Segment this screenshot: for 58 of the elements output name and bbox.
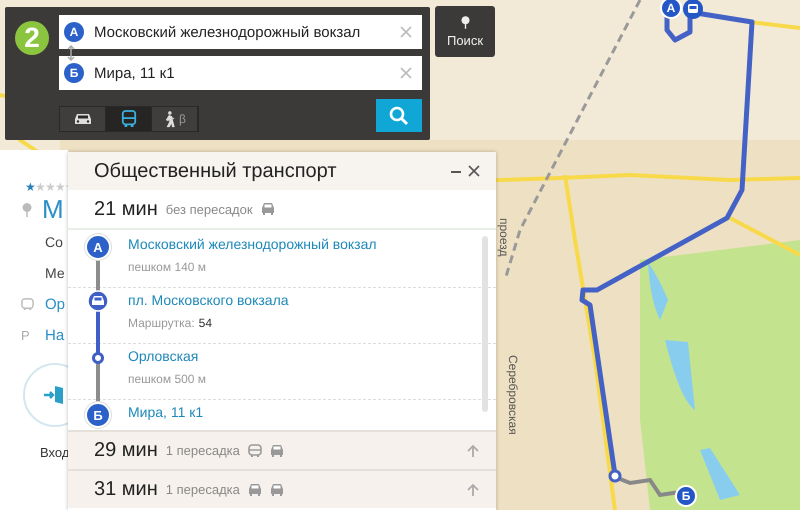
step-detail: Маршрутка: <box>128 316 195 330</box>
minibus-icon <box>270 482 284 496</box>
route-duration: 29 мин <box>94 439 158 462</box>
origin-value: Московский железнодорожный вокзал <box>94 24 362 40</box>
bus-icon <box>120 110 136 128</box>
stop-name-link[interactable]: Московский железнодорожный вокзал <box>128 236 377 252</box>
bus-icon <box>21 298 34 310</box>
car-icon <box>72 112 92 126</box>
stop-name-link[interactable]: Орловская <box>128 348 198 364</box>
destination-field[interactable]: Б Мира, 11 к1 <box>59 56 422 90</box>
minibus-icon <box>248 482 262 496</box>
stop-name-link[interactable]: Мира, 11 к1 <box>128 404 204 420</box>
route-point-marker: Б <box>85 402 111 428</box>
minibus-icon <box>270 444 284 458</box>
origin-field[interactable]: А Московский железнодорожный вокзал <box>59 15 422 49</box>
stop-name-link[interactable]: пл. Московского вокзала <box>128 292 289 308</box>
route-duration: 31 мин <box>94 478 158 501</box>
place-title: М <box>42 194 64 225</box>
origin-marker: А <box>64 22 84 42</box>
route-point-marker: А <box>85 234 111 260</box>
destination-value: Мира, 11 к1 <box>94 64 176 82</box>
minibus-icon <box>260 202 275 216</box>
street-label: Серебровская <box>506 355 520 435</box>
search-icon <box>389 106 409 126</box>
car-mode-tab[interactable] <box>60 107 106 131</box>
arrow-up-icon <box>466 482 480 496</box>
place-info-text: Ме <box>45 265 65 281</box>
search-tab-button[interactable]: Поиск <box>435 6 495 57</box>
bus-mode-tab[interactable] <box>106 107 152 131</box>
pin-icon <box>22 202 32 216</box>
swap-icon[interactable] <box>66 45 76 61</box>
destination-marker: Б <box>64 63 84 83</box>
scrollbar[interactable] <box>482 236 488 412</box>
logo-icon: 2 <box>15 21 49 55</box>
route-option[interactable]: 21 мин без пересадок <box>68 190 496 230</box>
parking-icon: P <box>21 328 34 342</box>
walking-person-icon <box>163 110 176 128</box>
walk-mode-tab[interactable]: β <box>152 107 198 131</box>
route-duration: 21 мин <box>94 198 158 220</box>
place-info-text: Со <box>45 234 63 250</box>
route-option[interactable]: 31 мин 1 пересадка <box>68 469 496 508</box>
close-icon[interactable] <box>468 165 480 177</box>
bus-icon <box>248 444 262 458</box>
transfer-count: 1 пересадка <box>166 443 240 458</box>
minibus-icon <box>683 0 703 19</box>
step-detail: пешком 140 м <box>128 260 206 274</box>
panel-title: Общественный транспорт <box>94 160 338 182</box>
transfer-count: 1 пересадка <box>166 482 240 497</box>
step-detail: пешком 500 м <box>128 372 206 386</box>
place-info-text[interactable]: На <box>45 326 64 344</box>
transfer-count: без пересадок <box>166 202 253 216</box>
route-option[interactable]: 29 мин 1 пересадка <box>68 430 496 469</box>
route-number: 54 <box>198 316 212 330</box>
street-label: проезд <box>497 218 511 256</box>
place-info-text[interactable]: Ор <box>45 296 66 312</box>
search-button[interactable] <box>376 99 422 132</box>
arrow-up-icon <box>466 444 480 458</box>
pin-icon <box>460 16 470 28</box>
